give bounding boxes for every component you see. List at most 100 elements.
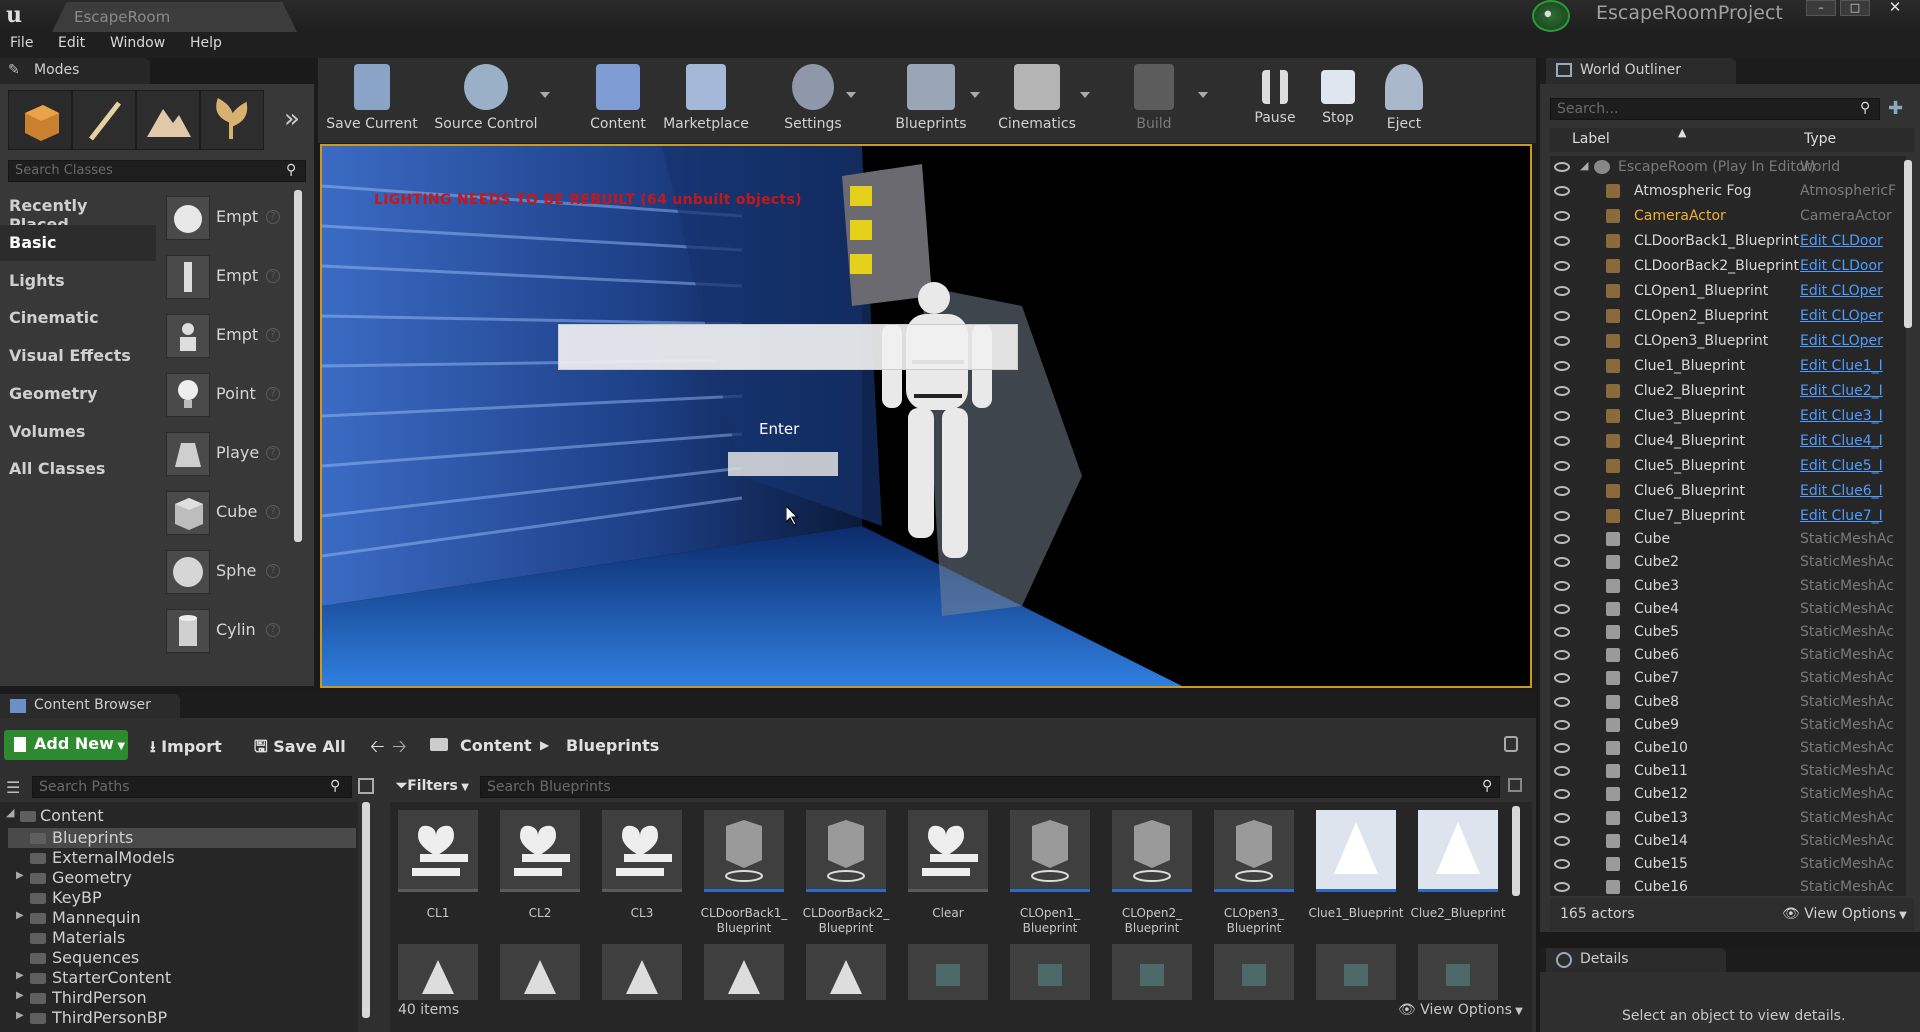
folder-thirdperson[interactable]: ▶ ThirdPerson (8, 988, 147, 1008)
edit-blueprint-link[interactable]: Edit Clue7_I (1800, 508, 1906, 524)
source-control-button[interactable]: Source Control (428, 60, 544, 144)
visibility-eye-icon[interactable] (1554, 411, 1570, 421)
place-item-cube[interactable]: Cube? (160, 487, 288, 541)
world-outliner-tab[interactable]: World Outliner (1546, 58, 1736, 84)
outliner-row[interactable]: Cube16 StaticMeshAc (1550, 876, 1906, 900)
edit-blueprint-link[interactable]: Edit Clue5_I (1800, 458, 1906, 474)
asset-tile[interactable]: CLOpen1_ Blueprint (1002, 802, 1098, 935)
outliner-row[interactable]: Cube2 StaticMeshAc (1550, 551, 1906, 575)
outliner-row[interactable]: Clue2_Blueprint Edit Clue2_I (1550, 380, 1906, 404)
asset-tile[interactable] (696, 940, 792, 1000)
outliner-row[interactable]: Cube13 StaticMeshAc (1550, 807, 1906, 831)
help-icon[interactable]: ? (266, 623, 280, 637)
folder-blueprints[interactable]: Blueprints (8, 828, 356, 848)
asset-tile[interactable] (798, 940, 894, 1000)
outliner-search-input[interactable]: Search... (1550, 98, 1880, 120)
visibility-eye-icon[interactable] (1554, 673, 1570, 684)
visibility-eye-icon[interactable] (1554, 557, 1570, 568)
outliner-row[interactable]: CLDoorBack1_Blueprint Edit CLDoor (1550, 230, 1906, 254)
visibility-eye-icon[interactable] (1554, 436, 1570, 446)
visibility-eye-icon[interactable] (1554, 336, 1570, 346)
expand-arrow-icon[interactable]: ▶ (16, 870, 24, 881)
build-dropdown-icon[interactable] (1198, 92, 1208, 98)
breadcrumb-content[interactable]: Content (460, 736, 532, 755)
place-item-point-light[interactable]: Point? (160, 369, 288, 423)
filters-button[interactable]: ⏷Filters ▼ (396, 778, 469, 794)
search-classes-input[interactable]: Search Classes (8, 160, 306, 182)
asset-tile[interactable]: CL1 (390, 802, 486, 932)
visibility-eye-icon[interactable] (1554, 311, 1570, 321)
menu-window[interactable]: Window (110, 35, 165, 51)
cinematics-dropdown-icon[interactable] (1080, 92, 1090, 98)
expand-arrow-icon[interactable]: ▶ (16, 970, 24, 981)
edit-blueprint-link[interactable]: Edit Clue6_I (1800, 483, 1906, 499)
more-modes-icon[interactable]: » (284, 104, 300, 134)
visibility-eye-icon[interactable] (1554, 486, 1570, 496)
minimize-button[interactable]: – (1806, 0, 1836, 16)
settings-button[interactable]: Settings (776, 60, 850, 144)
add-folder-icon[interactable]: ✚ (1888, 98, 1903, 119)
outliner-row[interactable]: CLOpen1_Blueprint Edit CLOper (1550, 280, 1906, 304)
outliner-row[interactable]: Cube StaticMeshAc (1550, 528, 1906, 552)
folder-thirdpersonbp[interactable]: ▶ ThirdPersonBP (8, 1008, 167, 1028)
outliner-row[interactable]: Cube5 StaticMeshAc (1550, 621, 1906, 645)
visibility-eye-icon[interactable] (1554, 361, 1570, 371)
asset-tile[interactable]: CLDoorBack2_ Blueprint (798, 802, 894, 935)
expand-arrow-icon[interactable]: ▶ (16, 1010, 24, 1021)
visibility-eye-icon[interactable] (1554, 627, 1570, 637)
content-browser-tab[interactable]: Content Browser (0, 694, 180, 718)
category-cinematic[interactable]: Cinematic (0, 300, 156, 336)
visibility-eye-icon[interactable] (1554, 719, 1570, 730)
folder-externalmodels[interactable]: ExternalModels (8, 848, 175, 868)
outliner-row[interactable]: CameraActor CameraActor (1550, 205, 1906, 229)
edit-blueprint-link[interactable]: Edit Clue4_I (1800, 433, 1906, 449)
build-button[interactable]: Build (1128, 60, 1180, 144)
place-item-empty-pawn[interactable]: Empt? (160, 310, 288, 364)
cinematics-button[interactable]: Cinematics (994, 60, 1080, 144)
visibility-eye-icon[interactable] (1554, 461, 1570, 471)
edit-blueprint-link[interactable]: Edit CLOper (1800, 308, 1906, 324)
category-geometry[interactable]: Geometry (0, 376, 156, 412)
outliner-row[interactable]: Cube7 StaticMeshAc (1550, 667, 1906, 691)
menu-file[interactable]: File (10, 35, 33, 51)
asset-tile[interactable] (594, 940, 690, 1000)
import-button[interactable]: ⭳ Import (150, 736, 222, 763)
folder-tree-scrollbar[interactable] (362, 802, 370, 1018)
edit-blueprint-link[interactable]: Edit CLDoor (1800, 233, 1906, 249)
type-column-header[interactable]: Type (1804, 131, 1836, 147)
save-all-button[interactable]: 🖫 Save All (254, 736, 346, 763)
collapse-arrow-icon[interactable]: ◢ (1580, 159, 1588, 172)
save-current-button[interactable]: Save Current (326, 60, 418, 144)
breadcrumb-blueprints[interactable]: Blueprints (566, 736, 659, 755)
outliner-row[interactable]: Cube10 StaticMeshAc (1550, 737, 1906, 761)
visibility-eye-icon[interactable] (1554, 859, 1570, 869)
visibility-eye-icon[interactable] (1554, 835, 1570, 846)
save-search-icon[interactable] (1508, 778, 1522, 792)
map-tab[interactable]: EscapeRoom (52, 2, 297, 32)
edit-blueprint-link[interactable]: Edit Clue1_I (1800, 358, 1906, 374)
close-button[interactable]: ✕ (1880, 0, 1910, 16)
sources-toggle-icon[interactable]: ☰ (6, 778, 20, 797)
outliner-scrollbar[interactable] (1904, 160, 1912, 328)
asset-tile[interactable]: Clue2_Blueprint (1410, 802, 1506, 932)
outliner-row[interactable]: Cube9 StaticMeshAc (1550, 714, 1906, 738)
folder-geometry[interactable]: ▶ Geometry (8, 868, 132, 888)
expand-arrow-icon[interactable]: ▶ (16, 990, 24, 1001)
content-button[interactable]: Content (586, 60, 650, 144)
paint-mode-icon[interactable] (72, 90, 136, 150)
outliner-row[interactable]: Clue3_Blueprint Edit Clue3_I (1550, 405, 1906, 429)
outliner-row[interactable]: CLDoorBack2_Blueprint Edit CLDoor (1550, 255, 1906, 279)
visibility-eye-icon[interactable] (1554, 236, 1570, 246)
asset-tile[interactable]: CL2 (492, 802, 588, 932)
place-item-player-start[interactable]: Playe? (160, 428, 288, 482)
outliner-row[interactable]: Cube3 StaticMeshAc (1550, 575, 1906, 599)
category-lights[interactable]: Lights (0, 263, 156, 299)
visibility-eye-icon[interactable] (1554, 261, 1570, 271)
folder-startercontent[interactable]: ▶ StarterContent (8, 968, 171, 988)
visibility-eye-icon[interactable] (1554, 386, 1570, 396)
menu-edit[interactable]: Edit (58, 35, 85, 51)
asset-tile[interactable] (390, 940, 486, 1000)
content-view-options-button[interactable]: 👁 View Options ▼ (1398, 1002, 1523, 1018)
category-volumes[interactable]: Volumes (0, 414, 156, 450)
visibility-eye-icon[interactable] (1554, 534, 1570, 545)
